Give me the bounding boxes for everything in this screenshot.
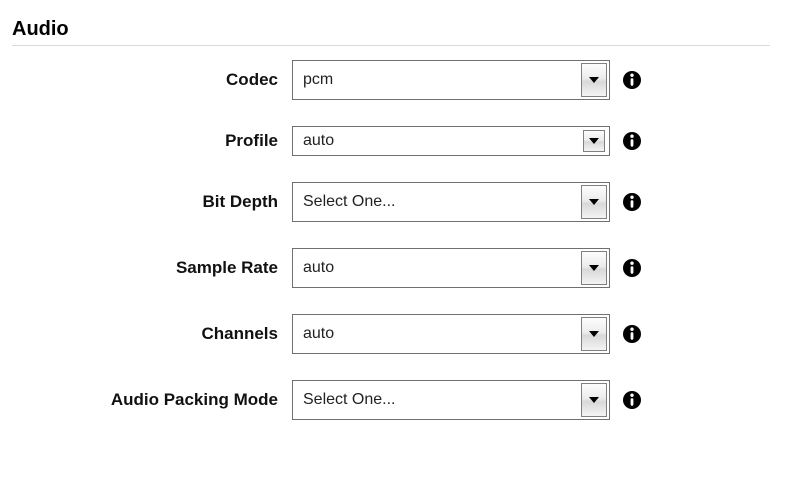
label-audio-packing-mode: Audio Packing Mode: [111, 390, 278, 409]
field-col: auto: [292, 248, 642, 288]
dropdown-button[interactable]: [581, 251, 607, 285]
select-bit-depth[interactable]: Select One...: [292, 182, 610, 222]
chevron-down-icon: [589, 265, 599, 271]
field-col: pcm: [292, 60, 642, 100]
dropdown-button[interactable]: [583, 130, 605, 152]
select-channels[interactable]: auto: [292, 314, 610, 354]
select-sample-rate[interactable]: auto: [292, 248, 610, 288]
chevron-down-icon: [589, 77, 599, 83]
select-audio-packing-mode-value: Select One...: [293, 391, 609, 409]
chevron-down-icon: [589, 397, 599, 403]
dropdown-button[interactable]: [581, 383, 607, 417]
label-col: Codec: [12, 70, 292, 90]
audio-form: Codec pcm: [12, 60, 770, 420]
select-audio-packing-mode[interactable]: Select One...: [292, 380, 610, 420]
dropdown-button[interactable]: [581, 317, 607, 351]
label-sample-rate: Sample Rate: [176, 258, 278, 277]
field-col: Select One...: [292, 380, 642, 420]
row-bit-depth: Bit Depth Select One...: [12, 182, 770, 222]
row-codec: Codec pcm: [12, 60, 770, 100]
field-col: auto: [292, 314, 642, 354]
label-col: Bit Depth: [12, 192, 292, 212]
info-icon-profile[interactable]: [622, 131, 642, 151]
audio-settings-panel: Audio Codec pcm: [0, 0, 800, 420]
chevron-down-icon: [589, 331, 599, 337]
select-codec[interactable]: pcm: [292, 60, 610, 100]
section-divider: [12, 45, 770, 46]
section-title: Audio: [12, 18, 770, 41]
info-icon: [622, 192, 642, 212]
info-icon-audio-packing-mode[interactable]: [622, 390, 642, 410]
info-icon: [622, 324, 642, 344]
info-icon-sample-rate[interactable]: [622, 258, 642, 278]
label-bit-depth: Bit Depth: [202, 192, 278, 211]
info-icon: [622, 131, 642, 151]
select-channels-value: auto: [293, 325, 609, 343]
label-channels: Channels: [201, 324, 278, 343]
select-codec-value: pcm: [293, 71, 609, 89]
dropdown-button[interactable]: [581, 185, 607, 219]
select-profile[interactable]: auto: [292, 126, 610, 156]
label-codec: Codec: [226, 70, 278, 89]
row-audio-packing-mode: Audio Packing Mode Select One...: [12, 380, 770, 420]
select-sample-rate-value: auto: [293, 259, 609, 277]
chevron-down-icon: [589, 138, 599, 144]
info-icon: [622, 258, 642, 278]
field-col: Select One...: [292, 182, 642, 222]
select-profile-value: auto: [293, 132, 609, 150]
chevron-down-icon: [589, 199, 599, 205]
label-col: Channels: [12, 324, 292, 344]
label-col: Sample Rate: [12, 258, 292, 278]
row-sample-rate: Sample Rate auto: [12, 248, 770, 288]
dropdown-button[interactable]: [581, 63, 607, 97]
info-icon-bit-depth[interactable]: [622, 192, 642, 212]
label-profile: Profile: [225, 131, 278, 150]
select-bit-depth-value: Select One...: [293, 193, 609, 211]
row-channels: Channels auto: [12, 314, 770, 354]
info-icon-codec[interactable]: [622, 70, 642, 90]
info-icon: [622, 390, 642, 410]
label-col: Audio Packing Mode: [12, 390, 292, 410]
field-col: auto: [292, 126, 642, 156]
label-col: Profile: [12, 131, 292, 151]
info-icon: [622, 70, 642, 90]
info-icon-channels[interactable]: [622, 324, 642, 344]
row-profile: Profile auto: [12, 126, 770, 156]
